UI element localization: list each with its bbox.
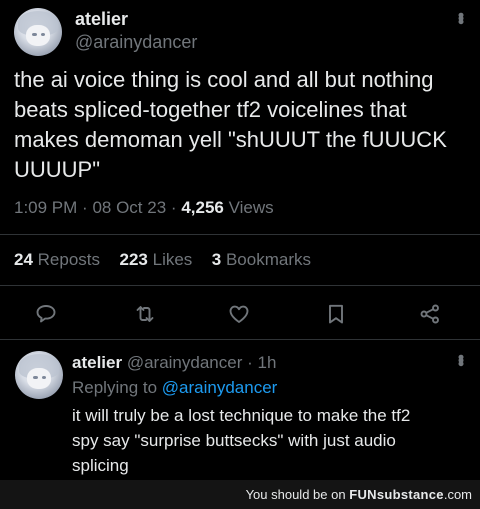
tweet-text-line: UUUUP" — [14, 157, 101, 182]
likes-count: 223 — [119, 250, 148, 269]
tweet-text-line: makes demoman yell "shUUUT the fUUUCK — [14, 127, 447, 152]
bookmarks-count: 3 — [211, 250, 222, 269]
tweet-text-line: the ai voice thing is cool and all but n… — [14, 67, 434, 92]
reposts-label: Reposts — [37, 250, 101, 269]
likes-label: Likes — [152, 250, 193, 269]
reply-handle[interactable]: @arainydancer — [127, 353, 243, 372]
watermark-brand: FUNsubstance — [349, 487, 444, 502]
watermark-bar: You should be on FUNsubstance.com — [0, 480, 480, 509]
bookmark-button[interactable] — [322, 300, 350, 328]
bookmark-icon — [329, 304, 343, 324]
views-count: 4,256 — [181, 198, 224, 217]
likes-stat[interactable]: 223 Likes — [120, 250, 198, 269]
repost-button[interactable] — [131, 300, 159, 328]
replying-to: Replying to @arainydancer — [72, 378, 277, 398]
reposts-count: 24 — [14, 250, 33, 269]
divider — [0, 285, 480, 286]
stats-row: 24 Reposts 223 Likes 3 Bookmarks — [14, 250, 311, 270]
repost-icon — [136, 306, 154, 322]
reply-icon — [36, 305, 56, 323]
tweet-text-line: beats spliced-together tf2 voicelines th… — [14, 97, 407, 122]
tweet-date[interactable]: 08 Oct 23 — [92, 198, 166, 217]
reply-button[interactable] — [32, 300, 60, 328]
separator-dot: · — [247, 353, 253, 372]
reply-text-line: it will truly be a lost technique to mak… — [72, 406, 411, 425]
replying-handle-link[interactable]: @arainydancer — [162, 378, 278, 397]
watermark-text: You should be on FUNsubstance.com — [246, 487, 472, 502]
reply-text-line: splicing — [72, 456, 129, 475]
author-display-name[interactable]: atelier — [75, 9, 128, 30]
replying-prefix: Replying to — [72, 378, 158, 397]
reposts-stat[interactable]: 24 Reposts — [14, 250, 105, 269]
share-icon — [420, 304, 439, 324]
more-icon[interactable]: ••• — [451, 354, 471, 364]
separator-dot: · — [170, 198, 177, 217]
watermark-prefix: You should be on — [245, 487, 346, 502]
views-label: Views — [228, 198, 274, 217]
avatar[interactable] — [14, 8, 62, 56]
share-button[interactable] — [416, 300, 444, 328]
more-icon[interactable]: ••• — [451, 12, 471, 22]
reply-text-line: spy say "surprise buttsecks" with just a… — [72, 431, 396, 450]
watermark-suffix: .com — [443, 487, 472, 502]
reply-display-name[interactable]: atelier — [72, 353, 122, 372]
reply-age[interactable]: 1h — [258, 353, 277, 372]
tweet-time[interactable]: 1:09 PM — [14, 198, 77, 217]
like-button[interactable] — [225, 300, 253, 328]
bookmarks-label: Bookmarks — [225, 250, 311, 269]
reply-avatar[interactable] — [15, 351, 63, 399]
divider — [0, 234, 480, 235]
like-icon — [229, 305, 249, 323]
timestamp-row: 1:09 PM · 08 Oct 23 · 4,256 Views — [14, 198, 274, 218]
reply-header: atelier @arainydancer · 1h — [72, 353, 276, 373]
divider — [0, 339, 480, 340]
bookmarks-stat[interactable]: 3 Bookmarks — [212, 250, 311, 269]
author-handle[interactable]: @arainydancer — [75, 32, 197, 53]
separator-dot: · — [82, 198, 88, 217]
